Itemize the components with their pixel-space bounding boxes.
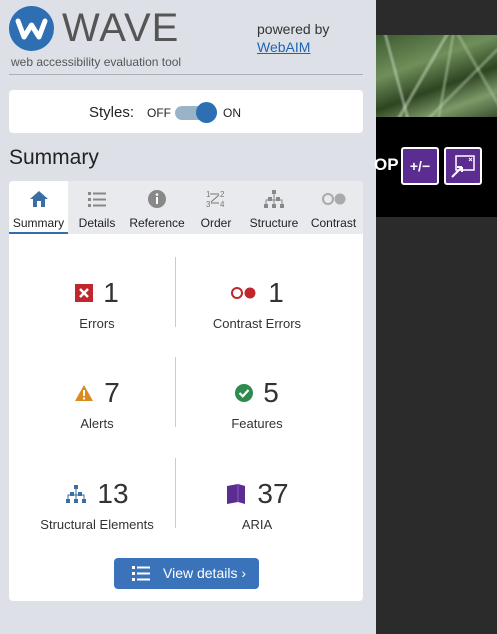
contrast-errors-count: 1 — [268, 277, 284, 308]
tab-details[interactable]: Details — [72, 181, 122, 234]
tab-summary[interactable]: Summary — [9, 181, 68, 234]
tab-structure[interactable]: Structure — [244, 181, 304, 234]
grass-image — [376, 35, 497, 117]
summary-panel: Summary Details Reference 1234 Order Str… — [9, 181, 363, 601]
stat-features[interactable]: 5 Features — [177, 376, 337, 431]
aria-icon — [227, 484, 246, 504]
stat-structural[interactable]: 13 Structural Elements — [17, 477, 177, 532]
powered-by-label: powered by — [257, 21, 330, 37]
styles-off-label: OFF — [147, 106, 171, 120]
page-preview: OP +/− — [374, 0, 497, 634]
expand-button[interactable] — [444, 147, 482, 185]
styles-toggle-knob[interactable] — [196, 102, 217, 123]
aria-label: ARIA — [241, 517, 273, 532]
contrast-errors-label: Contrast Errors — [212, 316, 302, 331]
page-banner-text: OP — [374, 155, 399, 174]
order-icon: 1 23 4 — [206, 190, 225, 209]
alert-icon — [75, 385, 94, 401]
list-icon — [88, 192, 106, 207]
tab-bar: Summary Details Reference 1234 Order Str… — [9, 181, 363, 234]
text-size-button[interactable]: +/− — [401, 147, 439, 185]
svg-text:4: 4 — [220, 200, 225, 209]
error-icon — [75, 284, 94, 302]
stat-alerts[interactable]: 7 Alerts — [17, 376, 177, 431]
svg-text:3: 3 — [206, 200, 211, 209]
view-details-button[interactable]: View details › — [114, 558, 259, 589]
tab-reference[interactable]: Reference — [126, 181, 188, 234]
structural-label: Structural Elements — [40, 517, 154, 532]
tab-order[interactable]: 1234 Order — [192, 181, 240, 234]
tagline: web accessibility evaluation tool — [11, 55, 182, 69]
features-label: Features — [231, 416, 283, 431]
list-icon — [131, 565, 151, 585]
styles-toggle-box: Styles: OFF ON — [9, 90, 363, 133]
tab-contrast[interactable]: Contrast — [306, 181, 361, 234]
feature-check-icon — [235, 384, 254, 402]
webaim-link[interactable]: WebAIM — [257, 39, 310, 55]
features-count: 5 — [263, 377, 279, 408]
hierarchy-icon — [264, 190, 284, 208]
wave-logo-icon — [9, 6, 54, 51]
expand-icon — [451, 155, 475, 178]
styles-label: Styles: — [89, 104, 135, 121]
info-icon — [148, 190, 166, 208]
wave-logo-text: WAVE — [62, 6, 180, 50]
summary-heading: Summary — [9, 146, 99, 169]
stat-contrast-errors[interactable]: 1 Contrast Errors — [177, 276, 337, 331]
errors-label: Errors — [79, 316, 115, 331]
errors-count: 1 — [103, 277, 119, 308]
stat-errors[interactable]: 1 Errors — [17, 276, 177, 331]
wave-sidebar: WAVE web accessibility evaluation tool p… — [0, 0, 376, 634]
stat-aria[interactable]: 37 ARIA — [177, 477, 337, 532]
home-icon — [29, 191, 48, 207]
styles-on-label: ON — [223, 106, 241, 120]
alerts-label: Alerts — [80, 416, 114, 431]
contrast-error-icon — [231, 287, 256, 299]
structure-icon — [66, 485, 87, 503]
contrast-icon — [321, 193, 345, 205]
svg-text:2: 2 — [220, 190, 225, 199]
structural-count: 13 — [97, 478, 129, 509]
aria-count: 37 — [257, 478, 289, 509]
alerts-count: 7 — [104, 377, 120, 408]
view-details-label: View details › — [163, 565, 247, 581]
header-divider — [9, 74, 363, 75]
